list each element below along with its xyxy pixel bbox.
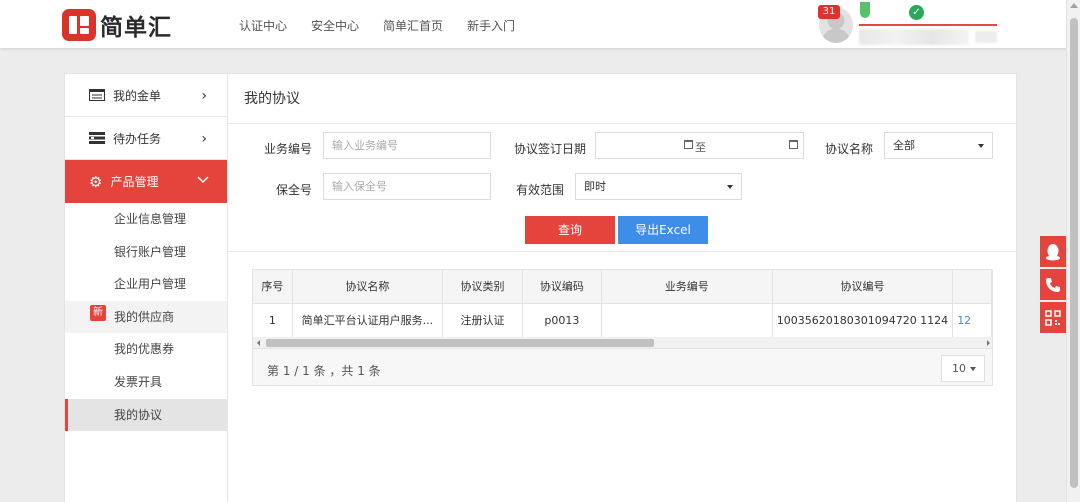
calendar-icon <box>684 138 693 151</box>
filter-form: 业务编号 输入业务编号 协议签订日期 至 协议名称 全部 保全号 输入保全号 有… <box>228 124 1018 252</box>
scroll-up-arrow-icon[interactable] <box>1070 3 1078 8</box>
column-header: 协议编码 <box>522 270 602 304</box>
policy-no-input[interactable]: 输入保全号 <box>323 173 491 200</box>
table-row[interactable]: 1 简单汇平台认证用户服务... 注册认证 p0013 100356201803… <box>253 303 992 338</box>
nav-beginner-guide[interactable]: 新手入门 <box>467 17 515 34</box>
notification-badge[interactable]: 31 <box>818 5 840 19</box>
main-panel: 我的金单 › 待办任务 › ⚙ 产品管理 企业信息管理 银行账户管理 企业用户管… <box>64 73 1018 502</box>
progress-line <box>859 24 997 26</box>
agreement-name-label: 协议名称 <box>825 142 874 156</box>
sidebar-sub-my-agreements[interactable]: 我的协议 <box>65 398 227 432</box>
horizontal-scrollbar[interactable] <box>253 337 992 349</box>
qq-chat-icon[interactable] <box>1040 236 1066 267</box>
column-header-overflow <box>952 270 992 304</box>
caret-down-icon <box>970 367 976 371</box>
cell-category: 注册认证 <box>442 303 523 338</box>
cell-agreement-name: 简单汇平台认证用户服务... <box>292 303 444 338</box>
pagination-info: 第 1 / 1 条 ，共 1 条 <box>267 364 381 378</box>
business-no-label: 业务编号 <box>264 142 313 156</box>
sidebar-item-my-gold-bills[interactable]: 我的金单 › <box>65 74 227 117</box>
page-title: 我的协议 <box>228 74 1018 124</box>
sidebar-item-label: 待办任务 <box>113 131 162 146</box>
column-header: 协议编号 <box>772 270 954 304</box>
logo-mark-icon <box>62 9 96 41</box>
agreements-table: 序号 协议名称 协议类别 协议编码 业务编号 协议编号 1 简单汇平台认证用户服… <box>252 269 993 386</box>
policy-no-label: 保全号 <box>276 183 313 197</box>
task-icon <box>89 132 105 144</box>
cell-index: 1 <box>253 303 293 338</box>
sidebar-sub-invoicing[interactable]: 发票开具 <box>65 366 227 399</box>
column-header: 协议类别 <box>442 270 523 304</box>
export-excel-button[interactable]: 导出Excel <box>618 216 708 244</box>
business-no-input[interactable]: 输入业务编号 <box>323 132 491 159</box>
scope-value: 即时 <box>584 180 606 193</box>
user-area: 31 ✓ <box>815 2 1015 46</box>
agreement-name-value: 全部 <box>893 139 915 152</box>
agreement-name-select[interactable]: 全部 <box>884 132 993 159</box>
scope-label: 有效范围 <box>516 183 565 197</box>
blurred-user-info-extra <box>975 31 997 43</box>
scroll-left-arrow-icon[interactable] <box>257 340 260 346</box>
sidebar-item-label: 产品管理 <box>110 175 159 189</box>
scrollbar-thumb[interactable] <box>1070 18 1078 488</box>
sign-date-range-input[interactable]: 至 <box>595 132 804 159</box>
sign-date-label: 协议签订日期 <box>514 142 587 156</box>
sidebar-sub-label: 我的供应商 <box>114 309 175 324</box>
nav-certification-center[interactable]: 认证中心 <box>239 17 287 34</box>
sidebar-sub-my-suppliers[interactable]: 新 我的供应商 <box>65 300 227 334</box>
document-list-icon <box>89 89 105 101</box>
caret-down-icon <box>978 144 984 148</box>
column-header: 协议名称 <box>292 270 444 304</box>
column-header: 业务编号 <box>601 270 773 304</box>
top-nav: 认证中心 安全中心 简单汇首页 新手入门 <box>239 17 539 34</box>
new-badge: 新 <box>90 304 106 321</box>
sidebar-sub-bank-accounts[interactable]: 银行账户管理 <box>65 236 227 269</box>
scope-select[interactable]: 即时 <box>575 173 742 200</box>
floating-toolbar <box>1040 236 1066 335</box>
sidebar-item-product-management[interactable]: ⚙ 产品管理 <box>65 160 227 203</box>
scrollbar-thumb[interactable] <box>266 339 654 347</box>
sidebar-sub-enterprise-users[interactable]: 企业用户管理 <box>65 268 227 301</box>
caret-down-icon <box>727 185 733 189</box>
verified-check-icon: ✓ <box>909 5 924 20</box>
content-area: 我的协议 业务编号 输入业务编号 协议签订日期 至 协议名称 全部 保全号 输入… <box>228 74 1018 502</box>
brand-logo[interactable]: 简单汇 <box>62 8 172 42</box>
sidebar: 我的金单 › 待办任务 › ⚙ 产品管理 企业信息管理 银行账户管理 企业用户管… <box>65 74 228 502</box>
sidebar-sub-enterprise-info[interactable]: 企业信息管理 <box>65 203 227 236</box>
cell-agreement-no: 10035620180301094720 1124 <box>772 303 954 338</box>
sidebar-sub-my-coupons[interactable]: 我的优惠券 <box>65 333 227 366</box>
column-header: 序号 <box>253 270 293 304</box>
blurred-user-info <box>859 29 969 45</box>
chevron-right-icon: › <box>201 131 207 147</box>
cell-overflow-link[interactable]: 12 <box>952 303 992 338</box>
phone-icon[interactable] <box>1040 269 1066 300</box>
page-size-value: 10 <box>952 362 966 375</box>
sidebar-item-label: 我的金单 <box>113 88 162 103</box>
cell-code: p0013 <box>522 303 602 338</box>
date-separator: 至 <box>695 141 706 154</box>
scroll-right-arrow-icon[interactable] <box>987 340 990 346</box>
brand-name: 简单汇 <box>100 15 172 41</box>
vertical-scrollbar[interactable] <box>1066 0 1080 502</box>
nav-home[interactable]: 简单汇首页 <box>383 17 443 34</box>
qr-code-icon[interactable] <box>1040 302 1066 333</box>
top-header: 简单汇 认证中心 安全中心 简单汇首页 新手入门 31 ✓ <box>0 0 1080 48</box>
query-button[interactable]: 查询 <box>525 216 615 244</box>
status-indicator-icon <box>860 2 870 18</box>
nav-security-center[interactable]: 安全中心 <box>311 17 359 34</box>
chevron-down-icon <box>197 173 209 187</box>
calendar-icon <box>789 138 798 151</box>
chevron-right-icon: › <box>201 88 207 104</box>
page-size-select[interactable]: 10 <box>941 355 985 382</box>
sidebar-item-pending-tasks[interactable]: 待办任务 › <box>65 117 227 160</box>
cell-business-no <box>601 303 773 338</box>
gear-icon: ⚙ <box>89 172 103 191</box>
